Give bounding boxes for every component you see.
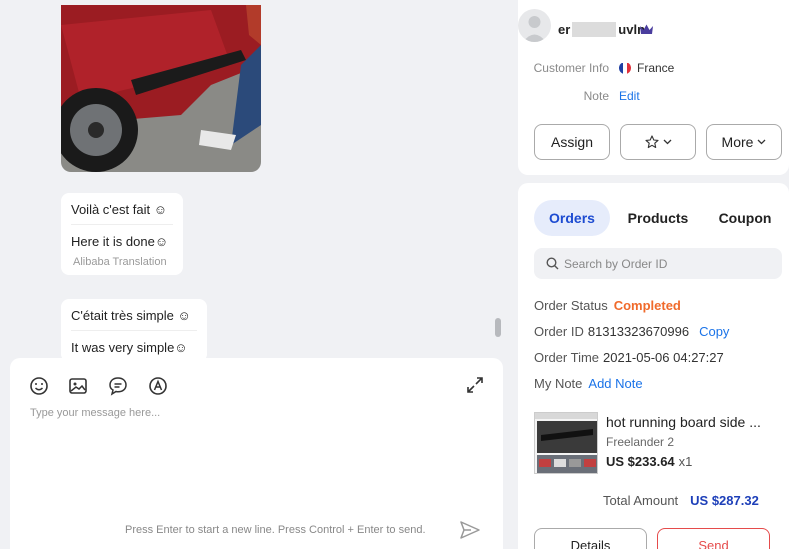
tab-products[interactable]: Products — [618, 200, 698, 236]
order-time-value: 2021-05-06 04:27:27 — [603, 350, 724, 365]
more-button-label: More — [721, 134, 754, 150]
total-amount-row: Total Amount US $287.32 — [603, 493, 759, 508]
translation-source: Alibaba Translation — [73, 256, 167, 268]
expand-icon[interactable] — [465, 375, 485, 395]
copy-order-id-link[interactable]: Copy — [699, 324, 729, 339]
emoji-icon[interactable] — [28, 375, 50, 397]
product-price: US $233.64 x1 — [606, 454, 693, 469]
chevron-down-icon — [663, 139, 671, 145]
france-flag-icon — [619, 62, 631, 74]
message-photo[interactable] — [61, 5, 261, 172]
note-edit-link[interactable]: Edit — [619, 89, 640, 103]
more-button[interactable]: More — [706, 124, 782, 160]
assign-button[interactable]: Assign — [534, 124, 610, 160]
star-icon — [644, 135, 659, 149]
order-time-label: Order Time — [534, 350, 600, 365]
send-order-button[interactable]: Send — [657, 528, 770, 549]
avatar[interactable] — [518, 9, 551, 42]
product-variant: Freelander 2 — [606, 435, 675, 449]
my-note-row: My Note Add Note — [534, 376, 643, 391]
message-original: C'était très simple ☺ — [71, 308, 191, 323]
message-original: Voilà c'est fait ☺ — [71, 202, 167, 217]
name-redaction — [572, 22, 617, 37]
order-search-input[interactable] — [564, 248, 774, 279]
star-button[interactable] — [620, 124, 696, 160]
details-button[interactable]: Details — [534, 528, 647, 549]
crown-icon — [640, 24, 653, 34]
tab-orders[interactable]: Orders — [534, 200, 610, 236]
message-bubble: C'était très simple ☺ It was very simple… — [61, 299, 207, 362]
chevron-down-icon — [757, 139, 766, 145]
customer-profile-card: er uvln Customer Info France Note Edit As… — [518, 0, 789, 175]
order-status-label: Order Status — [534, 298, 608, 313]
message-translation: Here it is done☺ — [71, 224, 173, 256]
message-bubble: Voilà c'est fait ☺ Here it is done☺ Alib… — [61, 193, 183, 275]
note-label: Note — [583, 89, 609, 103]
quick-reply-icon[interactable] — [107, 375, 129, 397]
order-id-label: Order ID — [534, 324, 584, 339]
message-composer: Press Enter to start a new line. Press C… — [10, 358, 503, 549]
chat-pane: Voilà c'est fait ☺ Here it is done☺ Alib… — [0, 0, 510, 549]
customer-info-label: Customer Info — [533, 61, 609, 75]
order-id-row: Order ID 81313323670996 Copy — [534, 324, 729, 339]
translate-icon[interactable] — [147, 375, 169, 397]
chat-scrollbar[interactable] — [495, 318, 501, 337]
order-status-value: Completed — [613, 298, 681, 313]
product-thumbnail[interactable] — [534, 412, 598, 474]
orders-panel: Orders Products Coupon Order Status Compl… — [518, 183, 789, 549]
my-note-label: My Note — [534, 376, 583, 391]
add-note-link[interactable]: Add Note — [588, 376, 642, 391]
customer-name: er uvln — [558, 22, 646, 37]
send-hint: Press Enter to start a new line. Press C… — [125, 524, 426, 536]
order-time-row: Order Time 2021-05-06 04:27:27 — [534, 350, 724, 365]
product-title[interactable]: hot running board side ... — [606, 414, 761, 430]
total-amount-label: Total Amount — [603, 493, 679, 508]
product-quantity: x1 — [678, 454, 693, 469]
order-id-value: 81313323670996 — [587, 324, 690, 339]
search-icon — [546, 257, 559, 270]
total-amount-value: US $287.32 — [690, 493, 759, 508]
image-icon[interactable] — [67, 375, 89, 397]
customer-country: France — [637, 61, 675, 75]
tab-coupon[interactable]: Coupon — [712, 200, 778, 236]
order-status-row: Order Status Completed — [534, 298, 681, 313]
message-input[interactable] — [30, 407, 480, 507]
send-icon[interactable] — [459, 520, 481, 540]
order-search — [534, 248, 782, 279]
